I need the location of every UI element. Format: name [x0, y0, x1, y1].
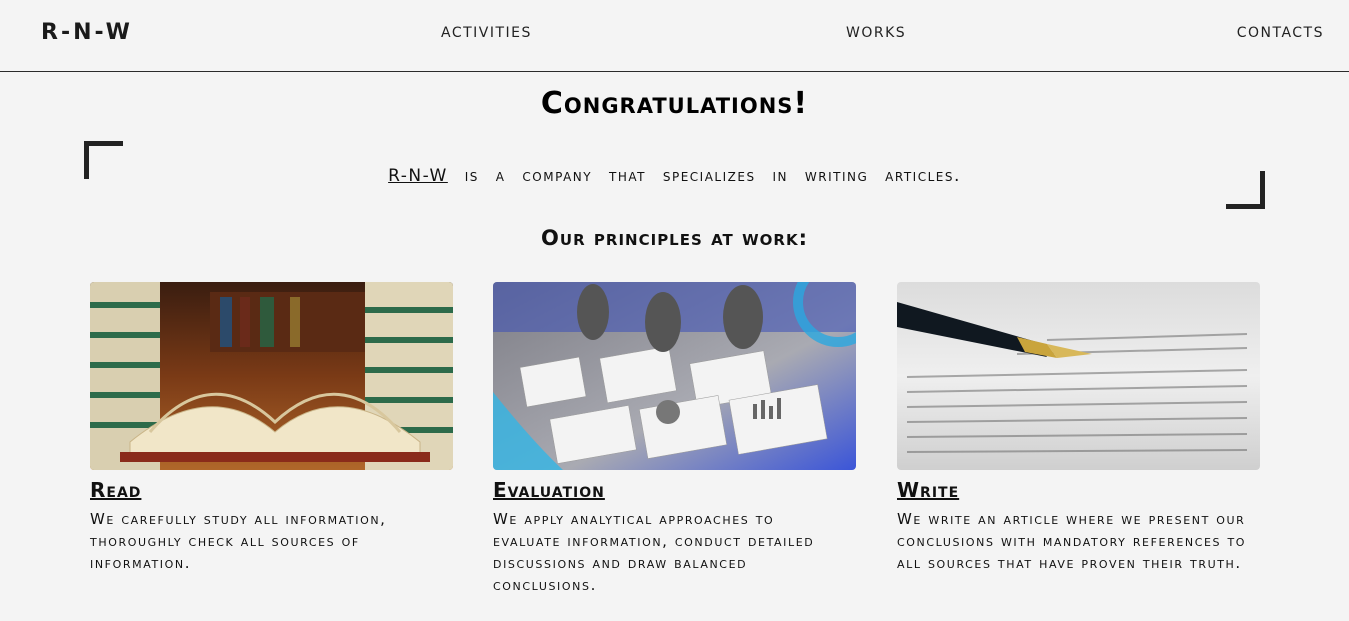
card-title-write[interactable]: Write: [897, 478, 959, 502]
card-text-evaluation: We apply analytical approaches to evalua…: [493, 510, 815, 594]
books-photo: [90, 282, 453, 470]
site-header: R-N-W ACTIVITIES WORKS CONTACTS: [0, 0, 1349, 72]
card-read: Read We carefully study all information,…: [90, 282, 453, 574]
intro-body: is a company that specializes in writing…: [447, 166, 961, 186]
intro-text: R-N-W is a company that specializes in w…: [0, 166, 1349, 186]
card-text-write: We write an article where we present our…: [897, 510, 1247, 572]
card-evaluation: Evaluation We apply analytical approache…: [493, 282, 856, 596]
principles-heading: Our principles at work:: [541, 226, 808, 250]
page-title: Congratulations!: [540, 86, 809, 121]
nav-works[interactable]: WORKS: [846, 25, 906, 41]
card-title-evaluation[interactable]: Evaluation: [493, 478, 605, 502]
nav-contacts[interactable]: CONTACTS: [1237, 25, 1324, 41]
intro-brand-link[interactable]: R-N-W: [388, 166, 448, 186]
analytics-meeting-photo: [493, 282, 856, 470]
card-write: Write We write an article where we prese…: [897, 282, 1260, 574]
logo[interactable]: R-N-W: [41, 20, 133, 45]
nav-activities[interactable]: ACTIVITIES: [441, 25, 532, 41]
card-title-read[interactable]: Read: [90, 478, 141, 502]
fountain-pen-photo: [897, 282, 1260, 470]
card-text-read: We carefully study all information, thor…: [90, 510, 387, 572]
